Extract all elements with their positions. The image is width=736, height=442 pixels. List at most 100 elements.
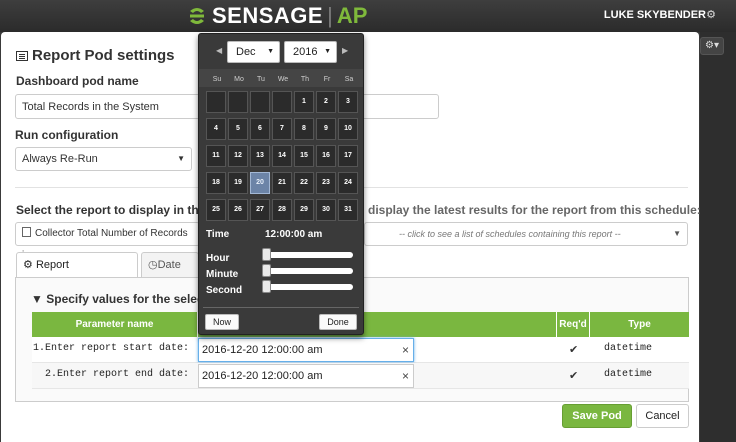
check-icon: ✔ <box>569 370 579 382</box>
calendar-day[interactable]: 18 <box>206 172 226 194</box>
calendar-day[interactable]: 26 <box>228 199 248 221</box>
calendar-day[interactable]: 20 <box>250 172 270 194</box>
minute-slider[interactable] <box>262 264 353 277</box>
slider-handle[interactable] <box>262 248 271 261</box>
calendar-day[interactable]: 7 <box>272 118 292 140</box>
weekday-label: Th <box>300 76 310 83</box>
check-icon: ✔ <box>569 344 579 356</box>
slider-handle[interactable] <box>262 264 271 277</box>
calendar-day[interactable]: 3 <box>338 91 358 113</box>
date-picker-popup: ◀ Dec ▼ 2016 ▼ ▶ Su Mo Tu We Th Fr Sa 12… <box>198 33 364 335</box>
calendar-day[interactable]: 17 <box>338 145 358 167</box>
list-icon <box>16 50 28 61</box>
weekday-label: Su <box>212 76 222 83</box>
year-value: 2016 <box>293 46 318 58</box>
user-menu[interactable]: LUKE SKYBENDER <box>604 9 706 21</box>
run-config-value: Always Re-Run <box>22 153 98 165</box>
calendar-day[interactable]: 11 <box>206 145 226 167</box>
weekday-label: Mo <box>234 76 244 83</box>
now-button[interactable]: Now <box>205 314 239 330</box>
dialog-title: Report Pod settings <box>16 47 175 64</box>
cancel-button[interactable]: Cancel <box>636 404 689 428</box>
divider <box>203 307 359 308</box>
calendar-day[interactable]: 19 <box>228 172 248 194</box>
schedule-select[interactable]: -- click to see a list of schedules cont… <box>364 222 688 246</box>
calendar-day[interactable]: 14 <box>272 145 292 167</box>
calendar-day[interactable]: 15 <box>294 145 314 167</box>
column-header-parameter-name: Parameter name <box>32 312 198 337</box>
calendar-day[interactable]: 1 <box>294 91 314 113</box>
calendar-day[interactable]: 2 <box>316 91 336 113</box>
background-panel <box>700 32 736 442</box>
calendar-day[interactable]: 27 <box>250 199 270 221</box>
calendar-day[interactable]: 8 <box>294 118 314 140</box>
weekday-label: We <box>277 76 289 83</box>
report-select[interactable]: Collector Total Number of Records in <box>15 222 200 261</box>
parameter-type: datetime <box>604 369 653 380</box>
hour-slider[interactable] <box>262 248 353 261</box>
chevron-down-icon: ▼ <box>267 48 274 55</box>
app-logo: SENSAGE | AP <box>186 3 367 29</box>
section-heading: ▼ Specify values for the selecte <box>31 292 214 306</box>
save-pod-button[interactable]: Save Pod <box>562 404 632 428</box>
calendar-day[interactable]: 21 <box>272 172 292 194</box>
calendar-day[interactable]: 12 <box>228 145 248 167</box>
section-heading-text: Specify values for the selecte <box>46 292 215 306</box>
run-config-select[interactable]: Always Re-Run ▼ <box>15 147 192 171</box>
filter-icon: ▼ <box>31 292 43 306</box>
calendar-day[interactable]: 9 <box>316 118 336 140</box>
calendar-day[interactable]: 16 <box>316 145 336 167</box>
weekday-label: Tu <box>257 76 265 83</box>
minute-label: Minute <box>206 269 239 280</box>
calendar-day[interactable]: 25 <box>206 199 226 221</box>
calendar-day[interactable]: 13 <box>250 145 270 167</box>
run-config-label: Run configuration <box>15 128 119 142</box>
weekday-label: Sa <box>344 76 354 83</box>
next-month-icon[interactable]: ▶ <box>342 46 348 55</box>
calendar-day[interactable]: 5 <box>228 118 248 140</box>
calendar-day[interactable]: 30 <box>316 199 336 221</box>
column-header-required: Req'd <box>557 312 590 337</box>
calendar-day[interactable]: 22 <box>294 172 314 194</box>
calendar-day[interactable]: 6 <box>250 118 270 140</box>
second-slider[interactable] <box>262 280 353 293</box>
calendar-day[interactable]: 10 <box>338 118 358 140</box>
top-bar: SENSAGE | AP LUKE SKYBENDER ⚙ <box>0 0 736 32</box>
parameter-name: 1.Enter report start date: <box>33 343 190 354</box>
clear-icon[interactable]: × <box>402 365 409 387</box>
calendar-day[interactable]: 4 <box>206 118 226 140</box>
user-gear-icon[interactable]: ⚙ <box>706 8 716 21</box>
month-value: Dec <box>236 46 256 58</box>
end-date-value: 2016-12-20 12:00:00 am <box>202 370 323 382</box>
done-button[interactable]: Done <box>319 314 357 330</box>
start-date-value: 2016-12-20 12:00:00 am <box>202 344 323 356</box>
calendar-day[interactable]: 31 <box>338 199 358 221</box>
end-date-input[interactable]: 2016-12-20 12:00:00 am × <box>198 364 414 388</box>
month-select[interactable]: Dec ▼ <box>227 41 280 63</box>
tab-date-and-time[interactable]: ◷Date and <box>141 252 199 295</box>
parameter-type: datetime <box>604 343 653 354</box>
tab-report-configuration[interactable]: ⚙ Report Configuration <box>16 252 138 295</box>
clear-icon[interactable]: × <box>402 339 409 361</box>
calendar-day[interactable]: 24 <box>338 172 358 194</box>
calendar-empty-cell <box>250 91 270 113</box>
weekday-label: Fr <box>323 76 331 83</box>
clock-icon: ◷ <box>148 259 158 271</box>
time-label: Time <box>206 229 230 240</box>
prev-month-icon[interactable]: ◀ <box>216 46 222 55</box>
year-select[interactable]: 2016 ▼ <box>284 41 337 63</box>
hour-label: Hour <box>206 253 230 264</box>
calendar-day[interactable]: 23 <box>316 172 336 194</box>
slider-handle[interactable] <box>262 280 271 293</box>
chevron-down-icon: ▼ <box>673 229 681 238</box>
chevron-down-icon: ▼ <box>177 154 185 163</box>
logo-text: SENSAGE <box>212 3 324 28</box>
start-date-input[interactable]: 2016-12-20 12:00:00 am × <box>198 338 414 362</box>
calendar-day[interactable]: 29 <box>294 199 314 221</box>
logo-separator: | <box>327 3 333 28</box>
time-value: 12:00:00 am <box>265 229 323 240</box>
calendar-day[interactable]: 28 <box>272 199 292 221</box>
settings-gear-icon[interactable]: ⚙▾ <box>700 37 724 55</box>
calendar-empty-cell <box>228 91 248 113</box>
report-icon <box>22 227 31 237</box>
